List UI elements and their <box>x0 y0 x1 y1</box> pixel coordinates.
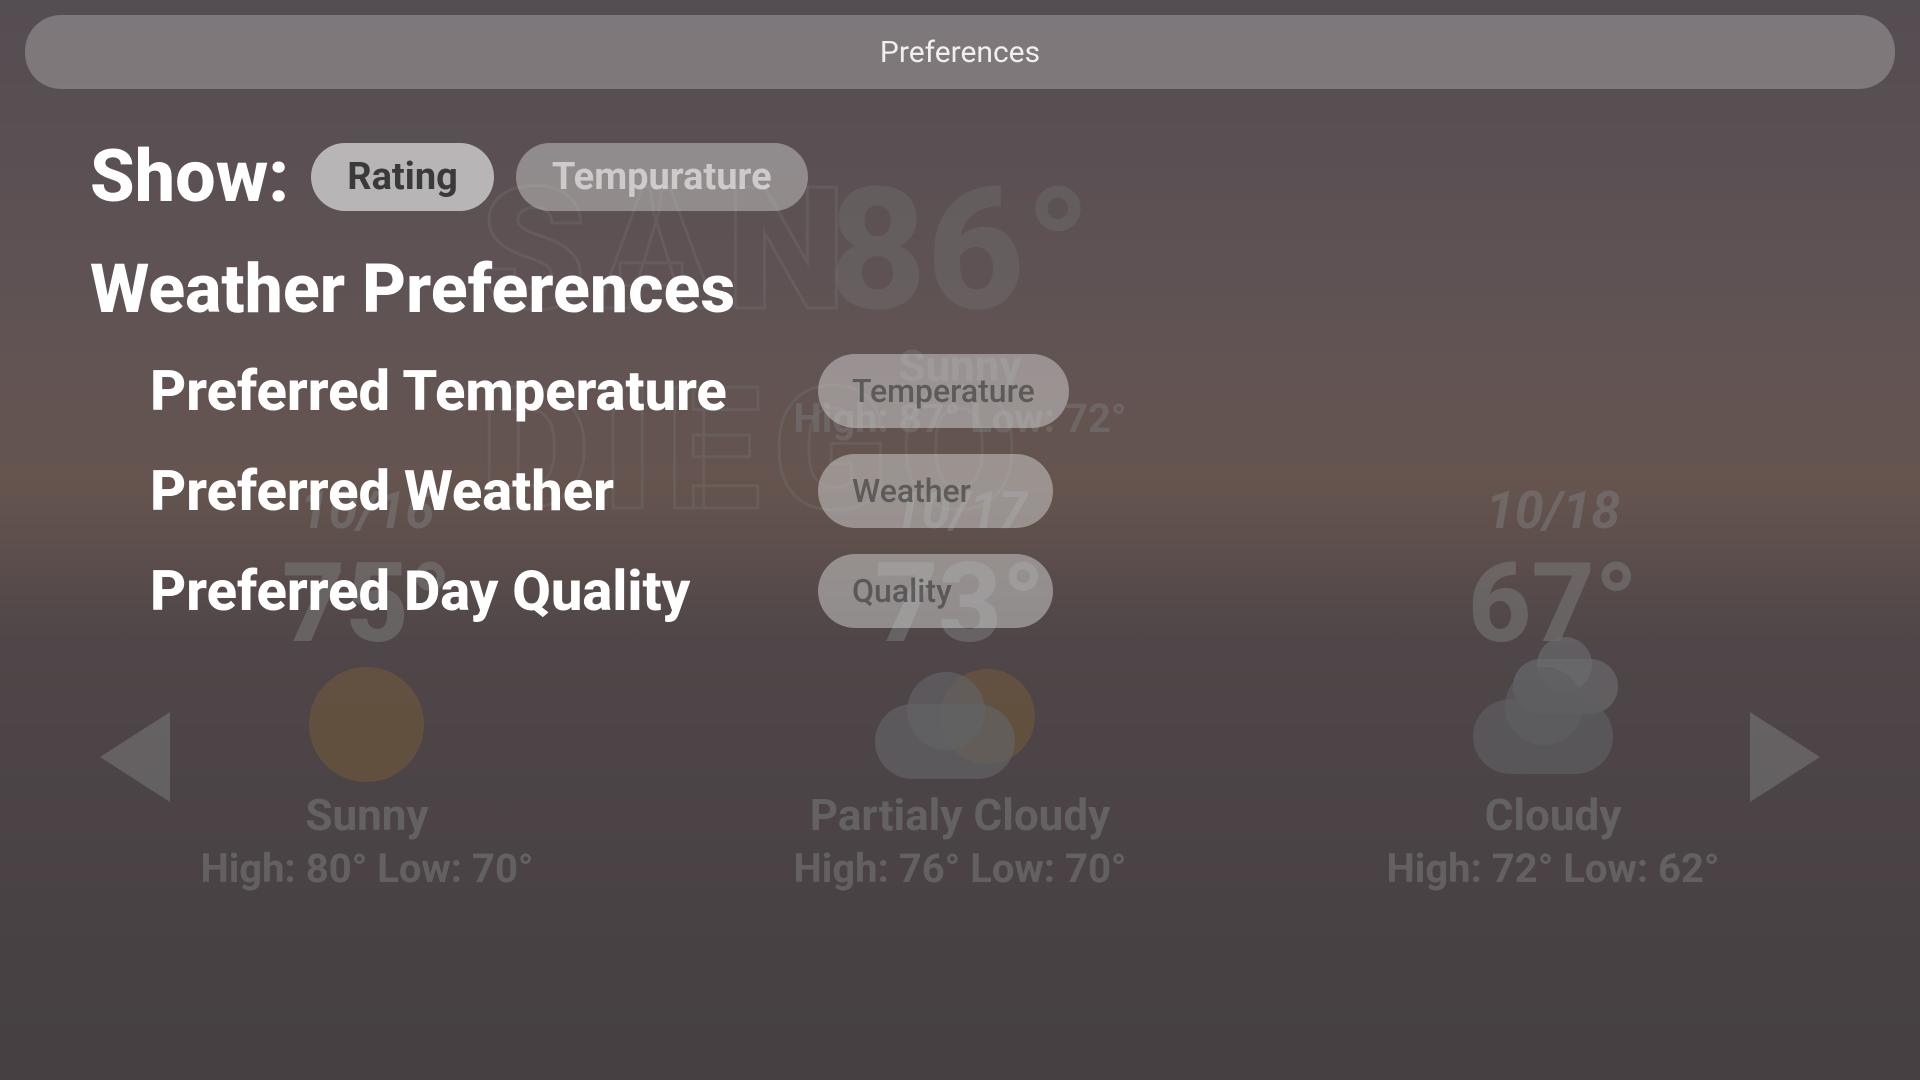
preferred-weather-label: Preferred Weather <box>150 458 790 524</box>
weather-preferences-heading: Weather Preferences <box>90 249 1895 329</box>
show-option-rating[interactable]: Rating <box>311 143 494 211</box>
preferred-weather-input[interactable]: Weather <box>818 454 1053 528</box>
preferred-day-quality-input[interactable]: Quality <box>818 554 1053 628</box>
preferences-header[interactable]: Preferences <box>25 15 1895 89</box>
preferred-temperature-label: Preferred Temperature <box>150 358 790 424</box>
preferred-temperature-input[interactable]: Temperature <box>818 354 1069 428</box>
show-label: Show: <box>90 134 289 219</box>
preferred-day-quality-label: Preferred Day Quality <box>150 558 790 624</box>
show-option-temperature[interactable]: Tempurature <box>516 143 808 211</box>
